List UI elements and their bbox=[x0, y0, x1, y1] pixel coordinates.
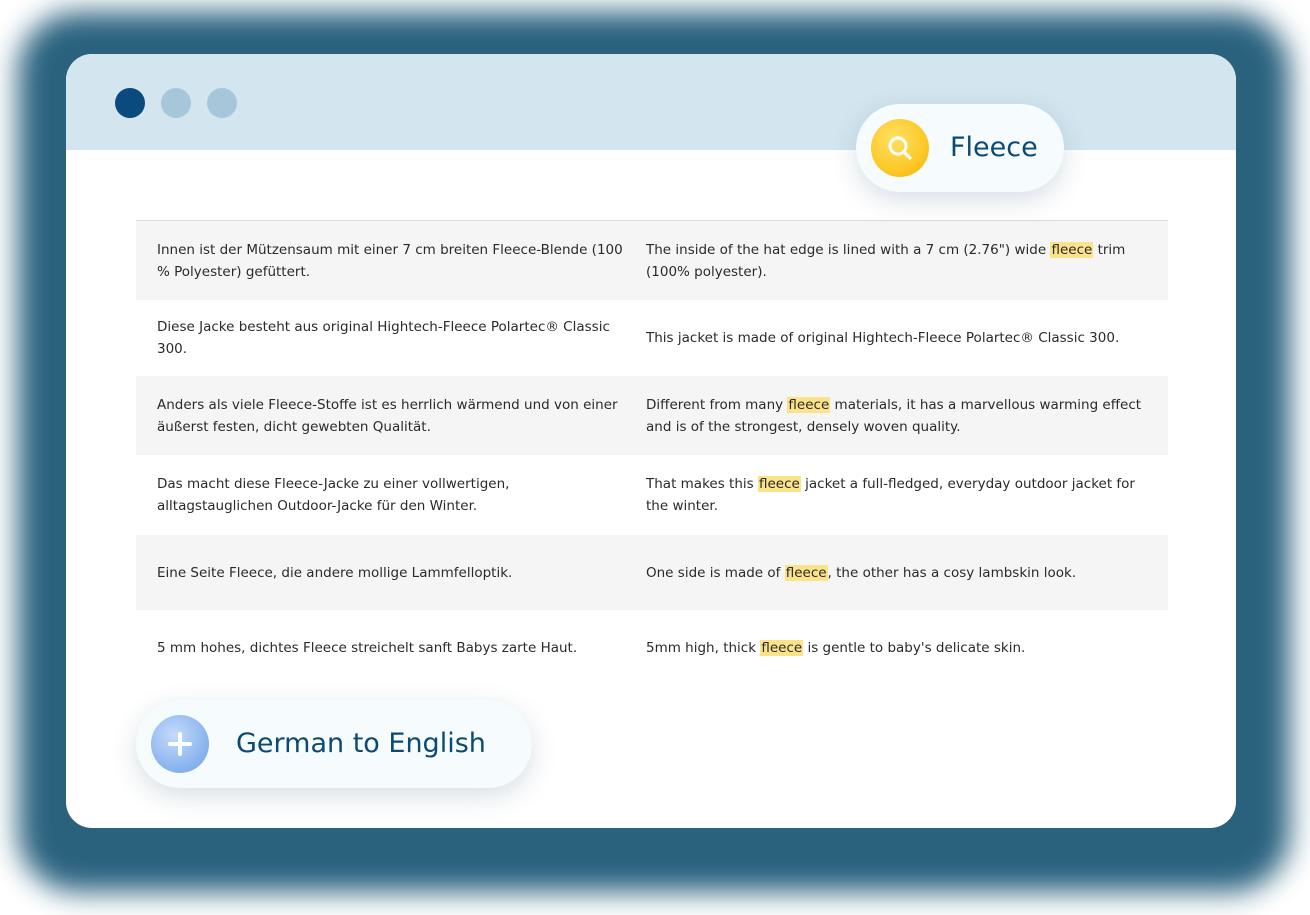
window-maximize-dot[interactable] bbox=[207, 88, 237, 118]
highlighted-term: fleece bbox=[757, 476, 801, 492]
table-row: Diese Jacke besteht aus original Hightec… bbox=[136, 300, 1168, 376]
language-pair-pill[interactable]: German to English bbox=[136, 700, 532, 788]
source-cell: Innen ist der Mützensaum mit einer 7 cm … bbox=[157, 241, 623, 280]
target-cell: This jacket is made of original Hightech… bbox=[646, 330, 1120, 346]
plus-icon[interactable] bbox=[151, 715, 209, 773]
highlighted-term: fleece bbox=[784, 564, 828, 581]
target-cell: Different from many fleece materials, it… bbox=[646, 396, 1142, 435]
source-cell: Eine Seite Fleece, die andere mollige La… bbox=[157, 564, 513, 581]
window-close-dot[interactable] bbox=[115, 88, 145, 118]
table-row: 5 mm hohes, dichtes Fleece streichelt sa… bbox=[136, 610, 1168, 686]
table-row: Anders als viele Fleece-Stoffe ist es he… bbox=[136, 376, 1168, 455]
window-minimize-dot[interactable] bbox=[161, 88, 191, 118]
search-query[interactable]: Fleece bbox=[950, 130, 1038, 166]
source-cell: Diese Jacke besteht aus original Hightec… bbox=[157, 319, 610, 357]
source-cell: Anders als viele Fleece-Stoffe ist es he… bbox=[157, 396, 618, 435]
target-cell: One side is made of fleece, the other ha… bbox=[646, 564, 1077, 581]
source-cell: Das macht diese Fleece-Jacke zu einer vo… bbox=[157, 476, 510, 514]
translation-table: Innen ist der Mützensaum mit einer 7 cm … bbox=[136, 220, 1168, 686]
language-pair-label: German to English bbox=[236, 728, 486, 759]
highlighted-term: fleece bbox=[760, 640, 804, 656]
target-cell: That makes this fleece jacket a full-fle… bbox=[646, 476, 1135, 514]
table-row: Eine Seite Fleece, die andere mollige La… bbox=[136, 535, 1168, 610]
highlighted-term: fleece bbox=[1050, 241, 1094, 258]
table-row: Innen ist der Mützensaum mit einer 7 cm … bbox=[136, 221, 1168, 300]
search-pill[interactable]: Fleece bbox=[856, 104, 1064, 192]
highlighted-term: fleece bbox=[787, 396, 831, 413]
target-cell: 5mm high, thick fleece is gentle to baby… bbox=[646, 640, 1026, 656]
search-icon[interactable] bbox=[871, 119, 929, 177]
source-cell: 5 mm hohes, dichtes Fleece streichelt sa… bbox=[157, 640, 578, 656]
table-row: Das macht diese Fleece-Jacke zu einer vo… bbox=[136, 455, 1168, 535]
target-cell: The inside of the hat edge is lined with… bbox=[646, 241, 1126, 280]
